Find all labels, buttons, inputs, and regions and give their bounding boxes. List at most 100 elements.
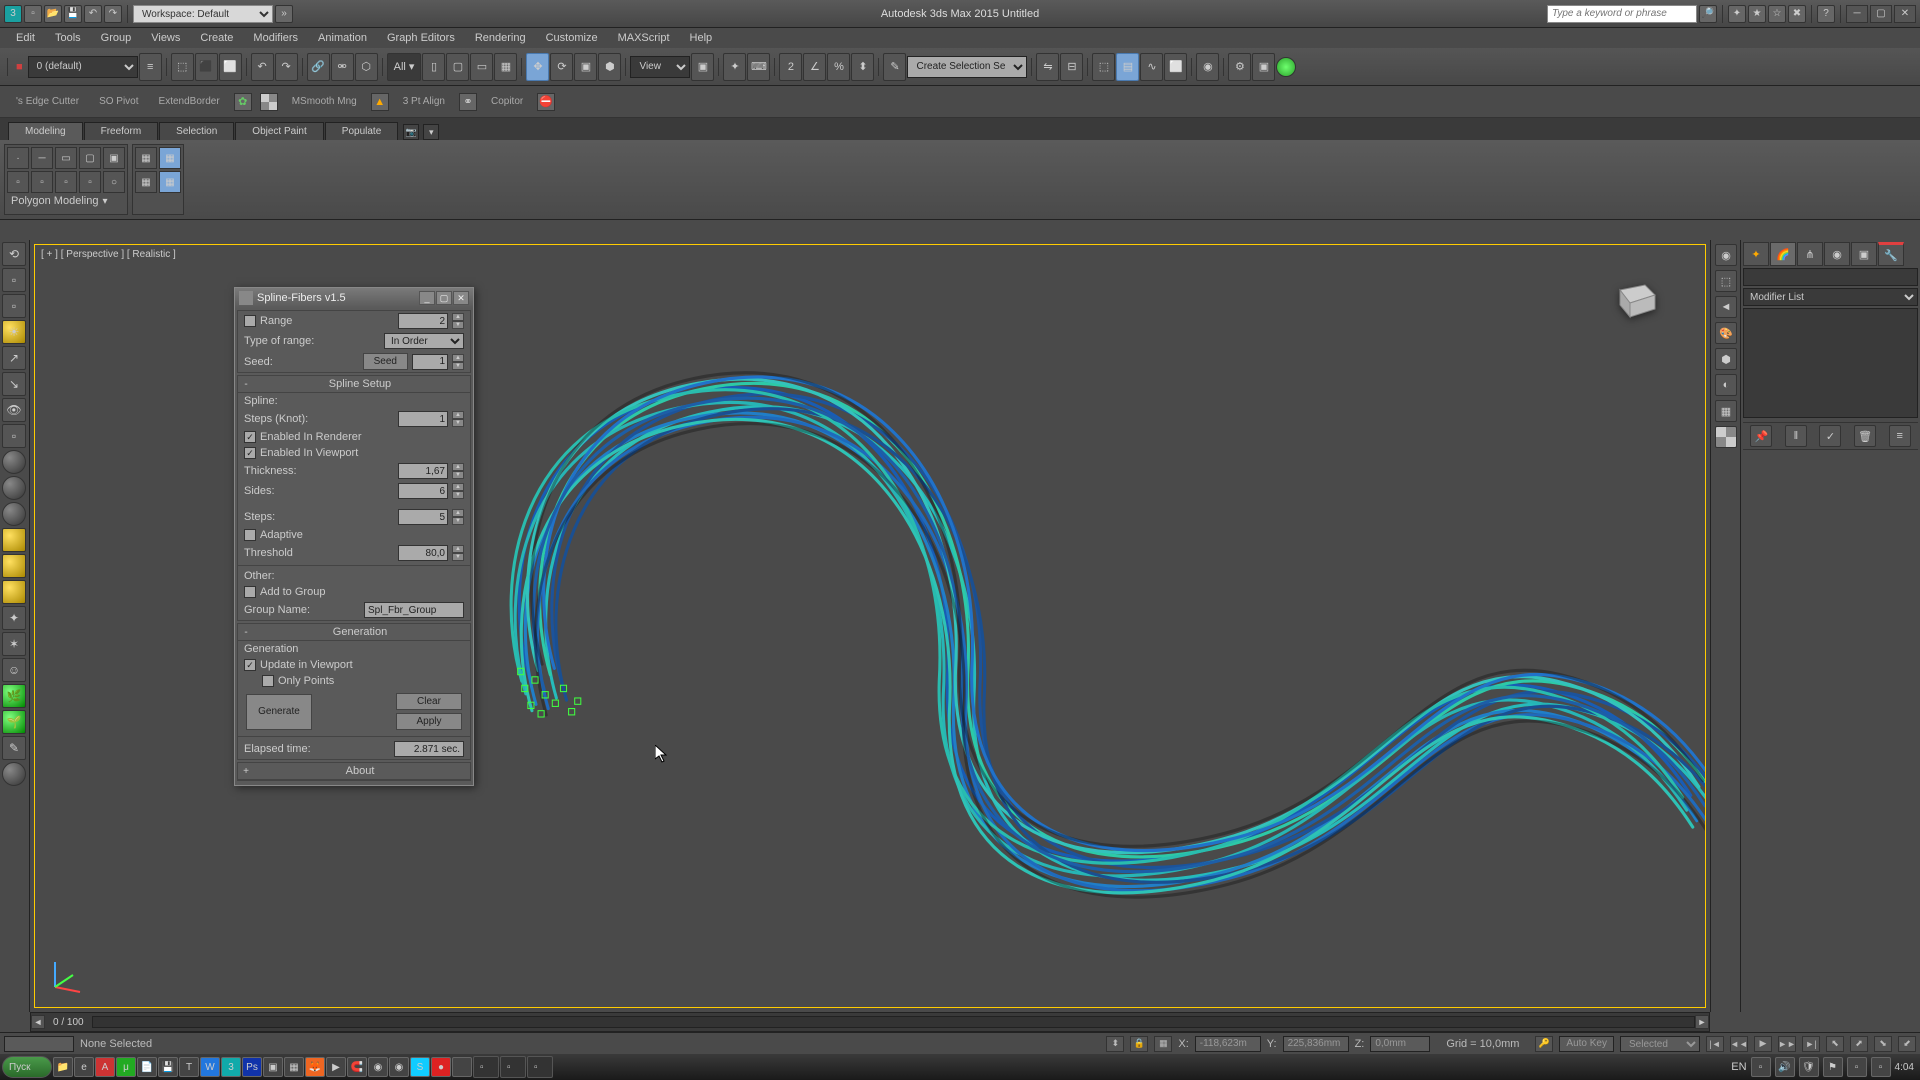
render-setup-icon[interactable]: ⚙ <box>1228 53 1251 81</box>
mirror-icon[interactable]: ⇋ <box>1036 53 1059 81</box>
redo-big-icon[interactable]: ↷ <box>275 53 298 81</box>
key-mode-dropdown[interactable]: Selected <box>1620 1036 1700 1052</box>
lt-box3-icon[interactable]: ▫ <box>2 424 26 448</box>
rt-palette-icon[interactable]: 🎨 <box>1715 322 1737 344</box>
rp-edge-icon[interactable]: ─ <box>31 147 53 169</box>
layer-manager-icon[interactable]: ≡ <box>139 53 162 81</box>
tb-vlc-icon[interactable]: ▣ <box>263 1057 283 1077</box>
tray-lang[interactable]: EN <box>1731 1061 1746 1073</box>
menu-views[interactable]: Views <box>143 30 188 46</box>
window-crossing-icon[interactable]: ▦ <box>494 53 517 81</box>
favorite-icon[interactable]: ☆ <box>1768 5 1786 23</box>
menu-tools[interactable]: Tools <box>47 30 89 46</box>
adaptive-check[interactable] <box>244 529 256 541</box>
select-object-icon[interactable]: ▯ <box>422 53 445 81</box>
next-frame-icon[interactable]: ►► <box>1778 1036 1796 1052</box>
menu-help[interactable]: Help <box>682 30 721 46</box>
link-icon2[interactable]: ⚭ <box>459 93 477 111</box>
seed-spinner[interactable] <box>412 354 448 370</box>
nav3-icon[interactable]: ⬊ <box>1874 1036 1892 1052</box>
rp-c2[interactable]: ▦ <box>159 147 181 169</box>
dialog-minimize[interactable]: _ <box>419 291 435 305</box>
align-icon[interactable]: ⊟ <box>1060 53 1083 81</box>
tb-max-icon[interactable]: 3 <box>221 1057 241 1077</box>
object-name-field[interactable] <box>1743 268 1918 286</box>
stop-icon[interactable]: ⛔ <box>537 93 555 111</box>
select-scale-icon[interactable]: ▣ <box>574 53 597 81</box>
configure-icon[interactable]: ≡ <box>1889 425 1911 447</box>
rp-i3[interactable]: ▫ <box>55 171 77 193</box>
save-icon[interactable]: 💾 <box>64 5 82 23</box>
tb-wmp-icon[interactable]: ▶ <box>326 1057 346 1077</box>
select-name-icon[interactable]: ▢ <box>446 53 469 81</box>
exchange-icon[interactable]: ✦ <box>1728 5 1746 23</box>
seed-button[interactable]: Seed <box>363 353 408 370</box>
rp-i2[interactable]: ▫ <box>31 171 53 193</box>
show-end-icon[interactable]: ‖ <box>1785 425 1807 447</box>
maximize-button[interactable]: ▢ <box>1870 5 1892 23</box>
rt-float-icon[interactable]: ⬚ <box>1715 270 1737 292</box>
lt-star-icon[interactable]: ✦ <box>2 606 26 630</box>
rp-i1[interactable]: ▫ <box>7 171 29 193</box>
rp-element-icon[interactable]: ▣ <box>103 147 125 169</box>
msmooth-item[interactable]: MSmooth Mng <box>286 94 363 109</box>
redo-icon[interactable]: ↷ <box>104 5 122 23</box>
lt-light-icon[interactable]: ☀ <box>2 320 26 344</box>
lt-ball-icon[interactable] <box>2 762 26 786</box>
enabled-viewport-check[interactable]: ✓ <box>244 447 256 459</box>
pin-stack-icon[interactable]: 📌 <box>1750 425 1772 447</box>
lock-icon[interactable]: 🔒 <box>1130 1036 1148 1052</box>
lt-brush-icon[interactable]: ✎ <box>2 736 26 760</box>
viewcube[interactable] <box>1605 275 1665 325</box>
unlink2-icon[interactable]: ⚮ <box>331 53 354 81</box>
remove-mod-icon[interactable]: 🗑 <box>1854 425 1876 447</box>
enabled-renderer-check[interactable]: ✓ <box>244 431 256 443</box>
edit-named-icon[interactable]: ✎ <box>883 53 906 81</box>
tb-ie-icon[interactable]: e <box>74 1057 94 1077</box>
tab-object-paint[interactable]: Object Paint <box>235 122 323 140</box>
tab-selection[interactable]: Selection <box>159 122 234 140</box>
cp-tab-utilities[interactable]: 🔧 <box>1878 242 1904 266</box>
tb-magnet-icon[interactable]: 🧲 <box>347 1057 367 1077</box>
workspace-dropdown[interactable]: Workspace: Default <box>133 5 273 23</box>
unique-icon[interactable]: ✓ <box>1819 425 1841 447</box>
warn-icon[interactable]: ▲ <box>371 93 389 111</box>
tray-net-icon[interactable]: ▫ <box>1751 1057 1771 1077</box>
lt-grass-icon[interactable]: 🌿 <box>2 684 26 708</box>
select-link-icon[interactable]: ⬚ <box>171 53 194 81</box>
named-sel-dropdown[interactable]: Create Selection Se <box>907 56 1027 78</box>
extend-border-item[interactable]: ExtendBorder <box>153 94 226 109</box>
rp-c3[interactable]: ▦ <box>135 171 157 193</box>
rt-item-icon[interactable]: ⬢ <box>1715 348 1737 370</box>
search-input[interactable] <box>1547 5 1697 23</box>
render-frame-icon[interactable]: ▣ <box>1252 53 1275 81</box>
lt-plant-icon[interactable]: 🌱 <box>2 710 26 734</box>
rp-i4[interactable]: ▫ <box>79 171 101 193</box>
lt-sphere-icon[interactable] <box>2 450 26 474</box>
cp-tab-create[interactable]: ✦ <box>1743 242 1769 266</box>
help-icon[interactable]: ? <box>1817 5 1835 23</box>
steps-spinner[interactable] <box>398 509 448 525</box>
tray-shield-icon[interactable]: 🛡 <box>1799 1057 1819 1077</box>
curve-editor-icon[interactable]: ∿ <box>1140 53 1163 81</box>
lt-sun3-icon[interactable] <box>2 580 26 604</box>
open-icon[interactable]: 📂 <box>44 5 62 23</box>
tab-freeform[interactable]: Freeform <box>84 122 159 140</box>
lt-inc-icon[interactable]: ↗ <box>2 346 26 370</box>
spinner-snap-icon[interactable]: ⬍ <box>851 53 874 81</box>
undo-big-icon[interactable]: ↶ <box>251 53 274 81</box>
nav1-icon[interactable]: ⬉ <box>1826 1036 1844 1052</box>
about-header[interactable]: About <box>252 765 468 777</box>
tray-i2-icon[interactable]: ▫ <box>1871 1057 1891 1077</box>
lt-flare-icon[interactable]: ✶ <box>2 632 26 656</box>
menu-rendering[interactable]: Rendering <box>467 30 534 46</box>
use-center-icon[interactable]: ▣ <box>691 53 714 81</box>
rt-sel-lock-icon[interactable]: ◉ <box>1715 244 1737 266</box>
tb-folder-icon[interactable]: 📁 <box>53 1057 73 1077</box>
snap-2d-icon[interactable]: 2 <box>779 53 802 81</box>
tab-populate[interactable]: Populate <box>325 122 398 140</box>
rp-border-icon[interactable]: ▭ <box>55 147 77 169</box>
checker-icon[interactable] <box>260 93 278 111</box>
sel-color-swatch[interactable] <box>4 1036 74 1052</box>
rp-i5[interactable]: ○ <box>103 171 125 193</box>
